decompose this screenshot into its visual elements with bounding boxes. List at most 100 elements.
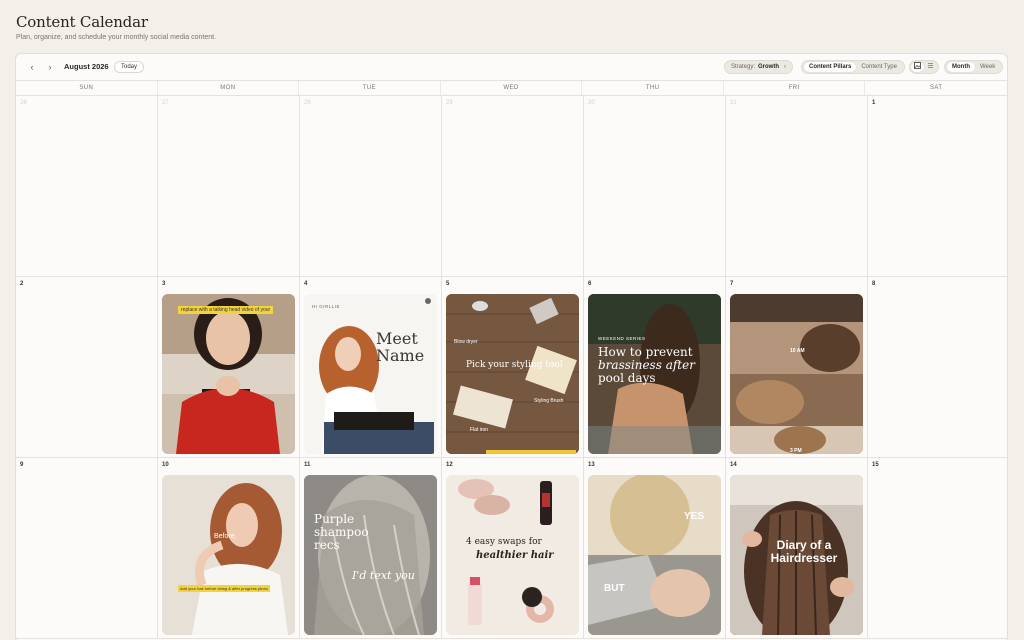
day-cell[interactable]: 29 — [442, 96, 584, 277]
day-number: 12 — [446, 462, 453, 468]
post-image — [162, 475, 295, 635]
filter-content-type[interactable]: Content Type — [856, 62, 902, 72]
post-thumbnail[interactable]: 4 easy swaps for healthier hair — [446, 475, 579, 635]
view-month-button[interactable]: Month — [947, 62, 975, 72]
strategy-value: Growth — [758, 64, 780, 70]
post-thumbnail[interactable]: Before, Add your hair before doing & aft… — [162, 475, 295, 635]
post-thumbnail[interactable]: YES BUT — [588, 475, 721, 635]
post-title-line: Name — [376, 346, 425, 365]
post-title: Diary of a Hairdresser — [754, 539, 854, 565]
calendar: ‹ › August 2026 Today Strategy: Growth ›… — [15, 53, 1008, 640]
day-number: 7 — [730, 281, 734, 287]
day-number: 1 — [872, 100, 876, 106]
day-number: 2 — [20, 281, 24, 287]
day-number: 9 — [20, 462, 24, 468]
day-number: 6 — [588, 281, 592, 287]
post-thumbnail[interactable]: Diary of a Hairdresser — [730, 475, 863, 635]
list-icon[interactable] — [924, 62, 937, 72]
post-image — [162, 294, 295, 454]
day-cell[interactable]: 12 4 easy swaps for healthier hair — [442, 458, 584, 639]
tool-label: Flat iron — [470, 427, 489, 433]
post-title: Pick your styling tool — [466, 360, 563, 370]
image-grid-icon[interactable] — [911, 62, 924, 72]
day-cell[interactable]: 7 10 AM 3 PM — [726, 277, 868, 458]
filter-content-pillars[interactable]: Content Pillars — [804, 62, 857, 72]
day-cell[interactable]: 3 replace with a talking head video of y… — [158, 277, 300, 458]
day-number: 3 — [162, 281, 166, 287]
day-cell[interactable]: 27 — [158, 96, 300, 277]
calendar-toolbar: ‹ › August 2026 Today Strategy: Growth ›… — [16, 54, 1007, 81]
next-month-button[interactable]: › — [44, 61, 56, 73]
day-cell[interactable]: 14 Diary of a Hairdresser — [726, 458, 868, 639]
day-cell[interactable]: 30 — [584, 96, 726, 277]
day-number: 4 — [304, 281, 308, 287]
post-image — [446, 294, 579, 454]
post-title: Purple shampoo recs — [314, 513, 369, 552]
post-subtitle: I'd text you — [352, 569, 415, 582]
post-word: Before, — [214, 533, 237, 540]
strategy-label: Strategy: — [731, 64, 756, 70]
weekday-label: FRI — [724, 81, 866, 95]
post-word: YES — [684, 511, 705, 522]
prev-month-button[interactable]: ‹ — [26, 61, 38, 73]
day-cell[interactable]: 1 — [868, 96, 1007, 277]
page-title: Content Calendar — [16, 13, 148, 31]
post-thumbnail[interactable]: Purple shampoo recs I'd text you — [304, 475, 437, 635]
view-week-button[interactable]: Week — [975, 62, 1000, 72]
weekday-label: MON — [158, 81, 300, 95]
post-image — [304, 294, 437, 454]
post-thumbnail[interactable]: Blow dryer Pick your styling tool Stylin… — [446, 294, 579, 454]
day-cell[interactable]: 4 HI GIRLLIE Meet Name — [300, 277, 442, 458]
weekday-label: THU — [582, 81, 724, 95]
day-cell[interactable]: 10 Before, Add your hair before doing & … — [158, 458, 300, 639]
view-mode-toggle: Month Week — [944, 60, 1004, 74]
day-cell[interactable]: 11 Purple shampoo recs I'd text you — [300, 458, 442, 639]
tool-label: Styling Brush — [534, 398, 564, 404]
day-cell[interactable]: 15 — [868, 458, 1007, 639]
post-image — [730, 294, 863, 454]
day-cell[interactable]: 31 — [726, 96, 868, 277]
post-thumbnail[interactable]: replace with a talking head video of you… — [162, 294, 295, 454]
day-number: 31 — [730, 100, 737, 106]
weekday-label: SAT — [930, 85, 943, 91]
view-icon-toggle — [909, 60, 939, 74]
day-number: 27 — [162, 100, 169, 106]
strategy-selector[interactable]: Strategy: Growth › — [724, 60, 794, 74]
post-image — [588, 475, 721, 635]
day-number: 5 — [446, 281, 450, 287]
day-cell[interactable]: 26 — [16, 96, 158, 277]
page-subtitle: Plan, organize, and schedule your monthl… — [16, 34, 217, 41]
day-number: 28 — [304, 100, 311, 106]
day-number: 29 — [446, 100, 453, 106]
weekday-header: SUN MON TUE WED THU FRI SAT — [16, 81, 1007, 96]
day-cell[interactable]: 9 — [16, 458, 158, 639]
post-title: How to prevent brassiness after pool day… — [598, 346, 695, 385]
day-cell[interactable]: 2 — [16, 277, 158, 458]
post-title: Meet Name — [376, 330, 424, 364]
day-cell[interactable]: 28 — [300, 96, 442, 277]
day-number: 26 — [20, 100, 27, 106]
day-cell[interactable]: 5 Blow dryer Pick your styling tool Styl… — [442, 277, 584, 458]
post-title-line: pool days — [598, 371, 656, 385]
post-thumbnail[interactable]: WEEKEND SERIES How to prevent brassiness… — [588, 294, 721, 454]
day-number: 11 — [304, 462, 311, 468]
day-cell[interactable]: 6 WEEKEND SERIES How to prevent brassine… — [584, 277, 726, 458]
timestamp: 3 PM — [790, 448, 802, 454]
post-brand: HI GIRLLIE — [312, 304, 341, 309]
post-tag: WEEKEND SERIES — [598, 336, 646, 341]
post-title: 4 easy swaps for — [466, 537, 542, 547]
post-title-line: Meet — [376, 329, 418, 348]
day-cell[interactable]: 8 — [868, 277, 1007, 458]
filter-toggle: Content Pillars Content Type — [801, 60, 905, 74]
month-label: August 2026 — [64, 62, 109, 71]
day-cell[interactable]: 13 YES BUT — [584, 458, 726, 639]
weekday-label: SUN — [16, 81, 158, 95]
post-thumbnail[interactable]: HI GIRLLIE Meet Name — [304, 294, 437, 454]
day-number: 10 — [162, 462, 169, 468]
today-button[interactable]: Today — [114, 61, 145, 73]
day-number: 30 — [588, 100, 595, 106]
weekday-label: TUE — [299, 81, 441, 95]
post-thumbnail[interactable]: 10 AM 3 PM — [730, 294, 863, 454]
post-word: BUT — [604, 583, 625, 594]
post-title: healthier hair — [476, 550, 554, 561]
